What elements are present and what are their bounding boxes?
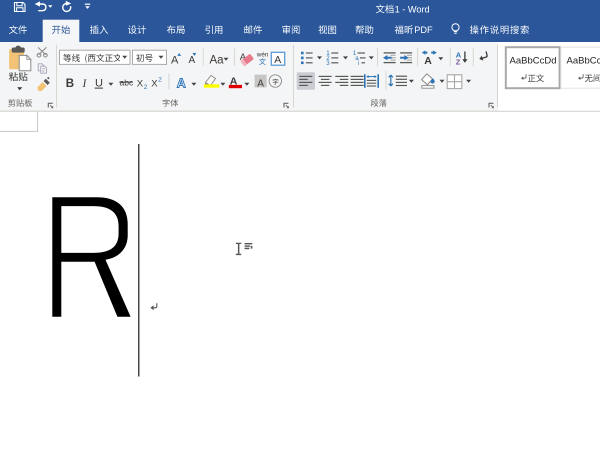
svg-text:B: B: [66, 78, 74, 90]
svg-text:A: A: [257, 78, 264, 89]
svg-text:3: 3: [326, 60, 330, 67]
svg-text:PDF: PDF: [414, 25, 433, 35]
svg-text:X: X: [137, 78, 144, 89]
svg-text:A: A: [177, 76, 186, 90]
svg-text:A: A: [424, 55, 432, 67]
svg-text:AaBbCc: AaBbCc: [567, 56, 600, 67]
svg-text:A: A: [171, 54, 179, 66]
svg-text:A: A: [274, 54, 281, 66]
svg-text:AaBbCcDd: AaBbCcDd: [510, 56, 557, 67]
svg-text:2: 2: [158, 76, 162, 83]
svg-text:Aa: Aa: [210, 55, 225, 67]
svg-text:X: X: [151, 78, 158, 89]
svg-text:U: U: [95, 77, 103, 89]
svg-text:A: A: [189, 55, 196, 66]
svg-text:2: 2: [144, 84, 148, 91]
svg-text:i: i: [358, 60, 359, 67]
svg-text:Z: Z: [456, 58, 461, 67]
svg-text:1 - Word: 1 - Word: [395, 5, 430, 15]
svg-text:wén: wén: [256, 52, 269, 59]
